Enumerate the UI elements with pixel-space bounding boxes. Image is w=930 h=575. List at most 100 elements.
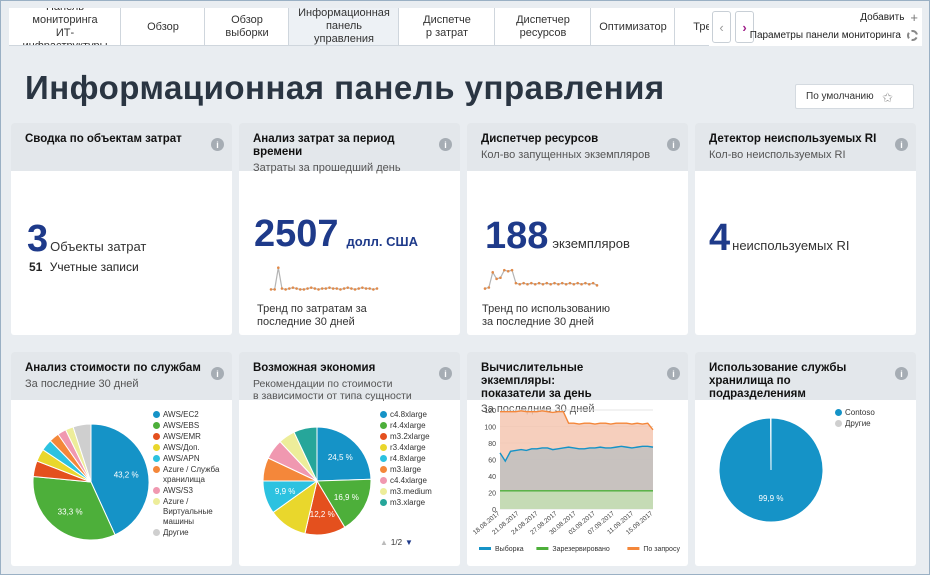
tab-7[interactable]: Оптимизатор [591, 8, 675, 45]
sparkline-point [522, 281, 525, 285]
legend-swatch [380, 499, 387, 506]
pie-data-label: 12,2 % [310, 510, 335, 519]
sparkline-point [353, 288, 357, 291]
tab-1[interactable]: Панель мониторинга ИТ-инфраструктуры [9, 8, 121, 45]
pie-data-label: 99,9 % [759, 494, 784, 503]
default-view-button[interactable]: По умолчанию ✩ [795, 84, 914, 109]
info-icon[interactable]: i [211, 367, 224, 380]
tab-8[interactable]: Трекеры [675, 8, 709, 45]
sparkline-point [572, 282, 576, 286]
cost-metric: 2507 долл. США [254, 213, 418, 256]
card-ri-detector: Детектор неиспользуемых RI Кол-во неиспо… [695, 123, 916, 335]
tab-3[interactable]: Обзор выборки [205, 8, 289, 45]
sparkline-point [514, 281, 518, 285]
info-icon[interactable]: i [439, 138, 452, 151]
legend-label: Contoso [845, 408, 875, 417]
add-button[interactable]: Добавить + [750, 10, 918, 25]
sparkline-point [298, 288, 302, 291]
legend-label: c4.4xlarge [390, 476, 427, 485]
legend-item[interactable]: Другие [835, 419, 911, 429]
legend-swatch [153, 466, 160, 473]
legend-label[interactable]: Выборка [495, 545, 524, 553]
sparkline-point [518, 282, 522, 286]
y-tick-label: 120 [484, 408, 496, 415]
legend-item[interactable]: m3.large [380, 465, 456, 475]
sparkline-point [580, 282, 583, 286]
legend-label: m3.medium [390, 487, 432, 496]
sparkline-point [587, 282, 591, 286]
y-tick-label: 20 [488, 491, 496, 498]
sparkline-point [545, 281, 549, 285]
legend-item[interactable]: c4.8xlarge [380, 410, 456, 420]
card-cost-analysis: Анализ затрат за период времени Затраты … [239, 123, 460, 335]
sparkline-point [375, 287, 379, 290]
info-icon[interactable]: i [439, 367, 452, 380]
sparkline-point [510, 268, 514, 272]
info-icon[interactable]: i [895, 138, 908, 151]
tab-2[interactable]: Обзор [121, 8, 205, 45]
legend-swatch [153, 498, 160, 505]
sparkline-point [335, 287, 339, 290]
big-value: 188 [485, 215, 549, 257]
legend-label: m3.xlarge [390, 498, 426, 507]
sparkline-point [302, 288, 306, 291]
tab-5[interactable]: Диспетче р затрат [399, 8, 495, 45]
legend-item[interactable]: r4.8xlarge [380, 454, 456, 464]
legend-item[interactable]: AWS/Доп. [153, 443, 229, 453]
dashboard-settings-button[interactable]: Параметры панели мониторинга [750, 28, 918, 42]
legend-item[interactable]: r4.4xlarge [380, 421, 456, 431]
sparkline-point [560, 281, 564, 285]
legend-label[interactable]: По запросу [643, 546, 680, 553]
legend-label: r3.4xlarge [390, 443, 426, 452]
pager-up-icon[interactable]: ▲ [380, 538, 388, 547]
sparkline-point [364, 287, 368, 290]
settings-label: Параметры панели мониторинга [749, 29, 901, 41]
info-icon[interactable]: i [667, 138, 680, 151]
legend-item[interactable]: r3.4xlarge [380, 443, 456, 453]
sparkline-point [295, 287, 298, 290]
big-unit: Объекты затрат [50, 239, 147, 254]
legend-item[interactable]: AWS/S3 [153, 486, 229, 496]
info-icon[interactable]: i [895, 367, 908, 380]
legend-item[interactable]: Azure / Служба хранилища [153, 465, 229, 485]
info-icon[interactable]: i [667, 367, 680, 380]
tab-6[interactable]: Диспетчер ресурсов [495, 8, 591, 45]
legend-label[interactable]: Зарезервировано [552, 546, 609, 553]
card-savings: Возможная экономия Рекомендации по стоим… [239, 352, 460, 566]
card-header: Анализ затрат за период времени Затраты … [239, 123, 460, 174]
default-view-label: По умолчанию [806, 91, 874, 102]
compute-area-chart: 02040608010012018.08.201721.08.201724.08… [472, 408, 681, 553]
legend-label: AWS/S3 [163, 486, 193, 495]
pie-data-label: 16,9 % [334, 493, 359, 502]
legend-item[interactable]: m3.xlarge [380, 498, 456, 508]
legend-item[interactable]: c4.4xlarge [380, 476, 456, 486]
sparkline-point [313, 287, 317, 290]
legend-item[interactable]: AWS/EMR [153, 432, 229, 442]
tab-4[interactable]: Информационная панель управления [289, 8, 399, 45]
savings-pie: 24,5 % 16,9 % 12,2 % 9,9 % [262, 426, 372, 536]
legend-item[interactable]: AWS/EC2 [153, 410, 229, 420]
legend-item[interactable]: Azure / Виртуальные машины [153, 497, 229, 527]
legend-swatch [153, 433, 160, 440]
legend-label: Другие [163, 528, 189, 537]
legend-item[interactable]: m3.medium [380, 487, 456, 497]
sparkline-point [549, 282, 552, 286]
legend-item[interactable]: m3.2xlarge [380, 432, 456, 442]
sparkline-point [553, 281, 556, 285]
card-header: Возможная экономия Рекомендации по стоим… [239, 352, 460, 402]
sparkline-point [541, 282, 545, 286]
legend-swatch [835, 409, 842, 416]
legend-label: Azure / Служба хранилища [163, 465, 220, 484]
legend-item[interactable]: AWS/APN [153, 454, 229, 464]
legend-item[interactable]: AWS/EBS [153, 421, 229, 431]
big-value: 2507 [254, 213, 339, 255]
info-icon[interactable]: i [211, 138, 224, 151]
card-title: Диспетчер ресурсов [481, 133, 599, 145]
dashboard-window: Панель мониторинга ИТ-инфраструктурыОбзо… [0, 0, 930, 575]
y-tick-label: 60 [488, 458, 496, 465]
legend-item[interactable]: Другие [153, 528, 229, 538]
tab-prev-button[interactable]: ‹ [712, 11, 731, 43]
card-resource-manager: Диспетчер ресурсов Кол-во запущенных экз… [467, 123, 688, 335]
legend-item[interactable]: Contoso [835, 408, 911, 418]
pager-down-icon[interactable]: ▼ [405, 538, 413, 547]
